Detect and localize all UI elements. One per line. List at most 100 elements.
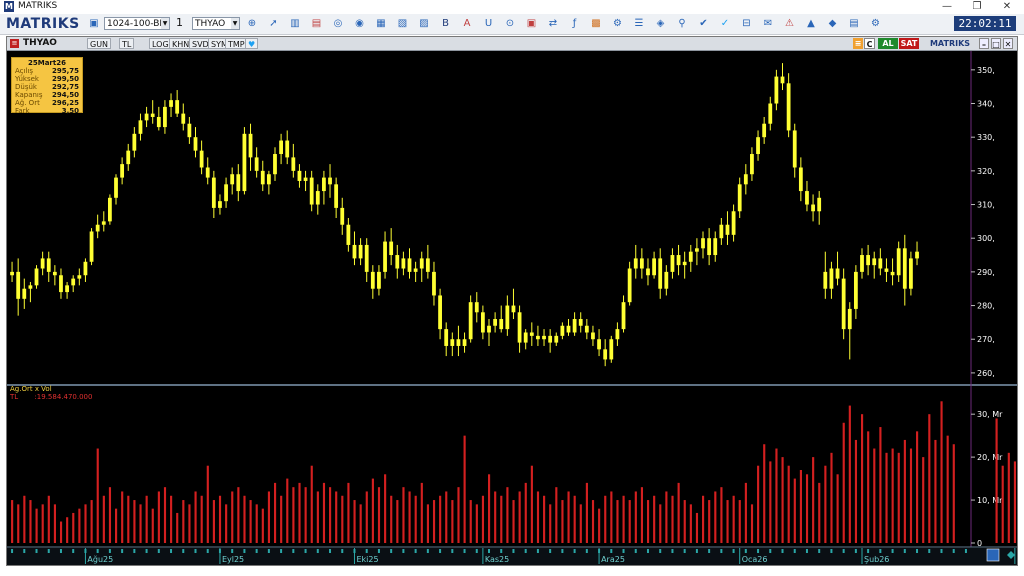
link-icon[interactable]: ▣ <box>526 17 538 30</box>
candle-body <box>829 268 834 289</box>
volume-bar <box>805 474 809 543</box>
volume-bar <box>237 487 240 543</box>
candle-body <box>695 248 699 252</box>
time-tick <box>769 549 772 553</box>
volume-bar <box>231 491 234 543</box>
volume-bar <box>59 521 63 543</box>
volume-bar <box>781 457 784 543</box>
color-icon[interactable]: ▦ <box>375 17 387 30</box>
tab-tl[interactable]: TL <box>119 38 135 49</box>
order-icon[interactable]: ◆ <box>827 17 839 30</box>
candle-body <box>297 170 302 181</box>
formula-icon[interactable]: ▩ <box>590 17 602 30</box>
candle-body <box>346 224 351 245</box>
chart-area[interactable]: 260, 270, 280, 290, 300, 310, 320, 330, 340, 350,… <box>7 51 1017 565</box>
minimize-button[interactable]: — <box>936 0 958 14</box>
system-icon[interactable]: ☰ <box>633 17 645 30</box>
sell-button[interactable]: SAT <box>899 38 919 49</box>
candle-body <box>835 268 840 279</box>
time-tick <box>646 549 649 553</box>
compare-icon[interactable]: ✉ <box>762 17 774 30</box>
text-icon[interactable]: A <box>461 17 473 30</box>
market-icon[interactable]: ▲ <box>805 17 817 30</box>
unit-icon[interactable]: ⊙ <box>504 17 516 30</box>
candle-body <box>334 184 339 208</box>
volume-bar <box>445 491 448 543</box>
candle-body <box>896 248 901 276</box>
save-icon[interactable]: ⊕ <box>246 17 258 30</box>
clock-icon[interactable]: ◉ <box>354 17 366 30</box>
portfolio-icon[interactable]: ◈ <box>655 17 667 30</box>
maximize-chart-button[interactable]: □ <box>991 38 1001 49</box>
volume-bar <box>683 500 686 543</box>
twitter-icon[interactable]: ♥ <box>245 38 259 49</box>
buy-button[interactable]: AL <box>878 38 898 49</box>
candle-body <box>309 177 314 205</box>
page-number[interactable]: 1 <box>174 17 192 30</box>
strategy-icon[interactable]: ƒ <box>569 17 581 30</box>
layout-select[interactable]: 1024-100-BEYA ▼ <box>104 17 170 30</box>
chart-type-icon[interactable]: ▤ <box>311 17 323 30</box>
signal-icon[interactable]: ⚠ <box>784 17 796 30</box>
volume-bar <box>530 465 533 543</box>
candle-body <box>909 258 913 289</box>
volume-bar <box>322 482 326 543</box>
tab-gun[interactable]: GUN <box>87 38 112 49</box>
c-button[interactable]: C <box>864 38 875 49</box>
report-icon[interactable]: ⚲ <box>676 17 688 30</box>
close-button[interactable]: ✕ <box>996 0 1018 14</box>
twitter-icon[interactable]: ✓ <box>719 17 731 30</box>
volume-bar <box>72 512 75 543</box>
calc-icon[interactable]: ▤ <box>848 17 860 30</box>
chart-menu-icon[interactable]: ≡ <box>10 39 19 48</box>
lock-icon[interactable]: ≡ <box>853 38 863 49</box>
alarm-icon[interactable]: U <box>483 17 495 30</box>
volume-bar <box>194 491 197 543</box>
candle-body <box>786 83 791 131</box>
time-tick <box>561 549 564 553</box>
volume-bar <box>848 405 851 543</box>
volume-bar <box>371 478 374 543</box>
symbol-select[interactable]: THYAO ▼ <box>192 17 240 30</box>
time-tick <box>206 549 209 553</box>
time-tick <box>671 549 674 553</box>
time-tick <box>928 549 931 553</box>
candle-body <box>652 258 656 276</box>
grid-icon[interactable]: ▧ <box>397 17 409 30</box>
indicator-icon[interactable]: ⚙ <box>612 17 624 30</box>
candle-body <box>193 137 198 151</box>
volume-bar <box>298 482 301 543</box>
candle-body <box>915 251 919 259</box>
volume-bar <box>212 500 215 543</box>
draw-icon[interactable]: ▥ <box>289 17 301 30</box>
candle-body <box>719 224 724 239</box>
candle-body <box>413 268 418 272</box>
restore-button[interactable]: ❐ <box>966 0 988 14</box>
news-icon[interactable]: ⇄ <box>547 17 559 30</box>
candle-body <box>138 120 143 134</box>
search-icon[interactable]: ✔ <box>698 17 710 30</box>
settings-icon[interactable]: ⚙ <box>870 17 882 30</box>
volume-bar <box>934 439 937 543</box>
zoom-icon[interactable]: ➚ <box>268 17 280 30</box>
screen-icon[interactable]: ▨ <box>418 17 430 30</box>
analysis-icon[interactable]: ⊟ <box>741 17 753 30</box>
volume-bar <box>23 495 26 543</box>
volume-bar <box>267 491 271 543</box>
bold-icon[interactable]: B <box>440 17 452 30</box>
price-tick-label: 330, <box>977 133 995 142</box>
info-value: 3,50 <box>61 107 79 115</box>
minimize-chart-button[interactable]: – <box>979 38 989 49</box>
candle-body <box>377 271 381 289</box>
candle-body <box>554 335 559 343</box>
time-tick <box>72 549 75 553</box>
candle-body <box>107 197 112 222</box>
volume-bar <box>78 508 81 543</box>
template-icon[interactable]: ◎ <box>332 17 344 30</box>
scroll-settings-button[interactable] <box>986 548 1000 562</box>
save-icon[interactable]: ▣ <box>88 17 100 30</box>
volume-bar <box>775 448 778 543</box>
time-tick <box>231 549 234 553</box>
close-chart-button[interactable]: ✕ <box>1003 38 1013 49</box>
candle-body <box>266 174 271 185</box>
